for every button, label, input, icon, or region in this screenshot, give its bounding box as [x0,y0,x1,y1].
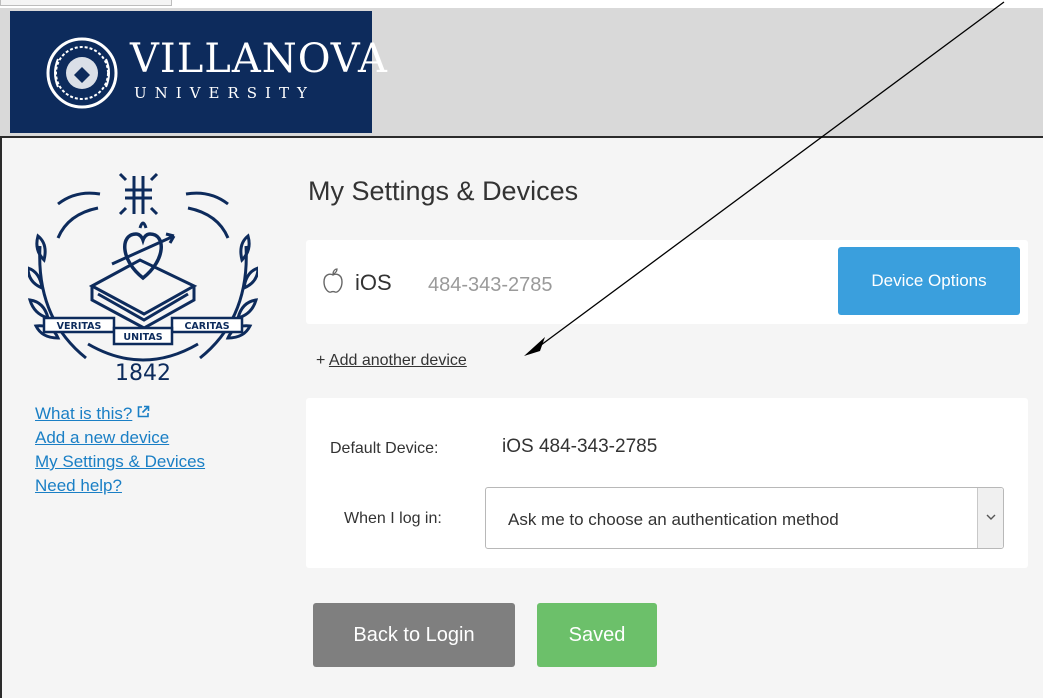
villanova-logo: VILLANOVA UNIVERSITY [10,11,387,133]
saved-button[interactable]: Saved [537,603,657,667]
seal-motto-left: VERITAS [57,321,102,332]
external-link-icon [138,405,150,418]
logo-wordmark: VILLANOVA [130,36,388,82]
chevron-down-icon [986,514,996,520]
device-options-button[interactable]: Device Options [838,247,1020,315]
default-device-value: iOS 484-343-2785 [502,436,658,457]
device-phone-number: 484-343-2785 [428,274,553,296]
sidebar-link-what-is-this[interactable]: What is this? [35,402,275,426]
default-device-label: Default Device: [330,440,439,457]
add-device-plus: + [316,352,329,369]
header: VILLANOVA UNIVERSITY [0,8,1043,138]
seal-motto-right: CARITAS [184,321,229,332]
content-frame: VERITAS UNITAS CARITAS 1842 What is this… [0,138,1043,698]
logo-subtitle: UNIVERSITY [134,84,315,102]
login-method-select[interactable]: Ask me to choose an authentication metho… [485,487,1004,549]
sidebar-links: What is this? Add a new device My Settin… [35,402,275,498]
sidebar-link-label: What is this? [35,404,133,423]
login-method-selected: Ask me to choose an authentication metho… [508,510,839,529]
dropdown-arrow[interactable] [977,488,1003,548]
when-login-label: When I log in: [344,510,442,527]
device-card: iOS 484-343-2785 Device Options [306,240,1028,324]
back-to-login-button[interactable]: Back to Login [313,603,515,667]
seal-year: 1842 [115,361,171,386]
seal-emblem-icon [46,37,118,109]
page-title: My Settings & Devices [308,176,579,206]
settings-card: Default Device: iOS 484-343-2785 When I … [306,398,1028,568]
browser-tab-edge [0,0,172,6]
add-another-device-link[interactable]: Add another device [329,352,467,369]
apple-icon [323,268,343,293]
university-seal-icon: VERITAS UNITAS CARITAS 1842 [28,172,258,386]
sidebar-link-add-device[interactable]: Add a new device [35,426,275,450]
device-os: iOS [355,270,392,295]
sidebar-link-need-help[interactable]: Need help? [35,474,275,498]
sidebar-link-settings[interactable]: My Settings & Devices [35,450,275,474]
seal-motto-center: UNITAS [123,332,162,343]
add-device-row: + Add another device [316,352,467,370]
